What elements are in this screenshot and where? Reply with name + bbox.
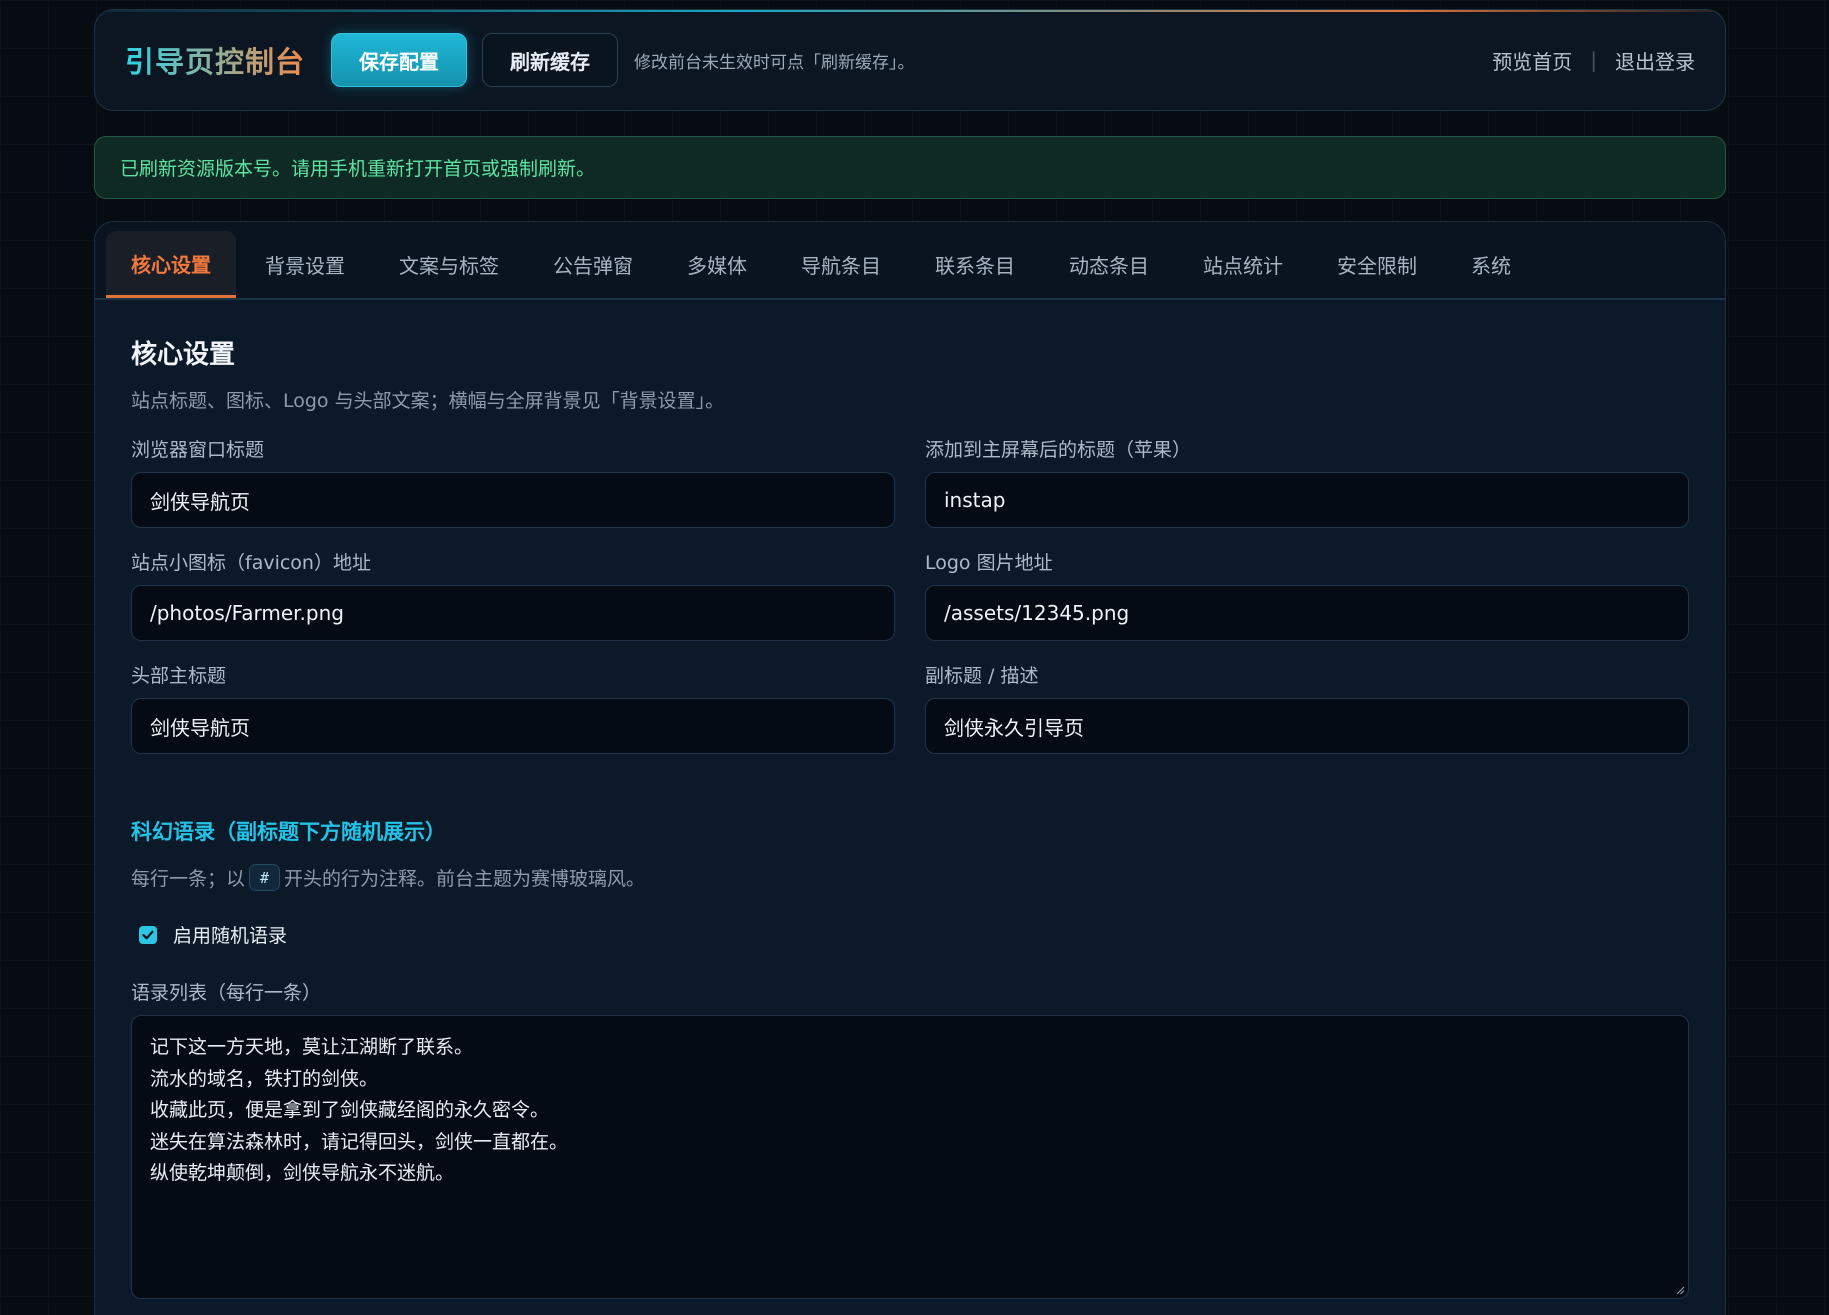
logout-link[interactable]: 退出登录 <box>1615 46 1695 75</box>
settings-tabs: 核心设置 背景设置 文案与标签 公告弹窗 多媒体 导航条目 联系条目 动态条目 … <box>95 222 1725 300</box>
field-browser-title: 浏览器窗口标题 <box>131 435 895 528</box>
subtitle-input[interactable] <box>925 698 1689 754</box>
quote-line: 流水的域名，铁打的剑侠。 <box>150 1067 379 1090</box>
field-homescreen-title: 添加到主屏幕后的标题（苹果） <box>925 435 1689 528</box>
header-links: 预览首页 | 退出登录 <box>1492 46 1695 75</box>
homescreen-title-input[interactable] <box>925 472 1689 528</box>
preview-home-link[interactable]: 预览首页 <box>1492 46 1572 75</box>
field-label: 头部主标题 <box>131 665 227 687</box>
enable-quotes-checkbox[interactable] <box>139 925 157 944</box>
quotes-desc-before: 每行一条；以 <box>131 868 246 890</box>
core-fields-grid: 浏览器窗口标题 添加到主屏幕后的标题（苹果） 站点小图标（favicon）地址 … <box>131 435 1689 774</box>
tab-background[interactable]: 背景设置 <box>240 231 370 298</box>
field-label: 添加到主屏幕后的标题（苹果） <box>925 439 1192 461</box>
quote-line: 记下这一方天地，莫让江湖断了联系。 <box>150 1036 474 1058</box>
section-title: 核心设置 <box>131 340 236 370</box>
core-settings-section: 核心设置 站点标题、图标、Logo 与头部文案；横幅与全屏背景见「背景设置」。 … <box>95 300 1725 1299</box>
comment-prefix-code: # <box>249 864 281 891</box>
browser-title-input[interactable] <box>131 472 895 528</box>
notice-text: 已刷新资源版本号。请用手机重新打开首页或强制刷新。 <box>120 158 596 180</box>
top-header: 引导页控制台 保存配置 刷新缓存 修改前台未生效时可点「刷新缓存」。 预览首页 … <box>94 9 1726 111</box>
field-label: 副标题 / 描述 <box>925 665 1039 687</box>
tab-nav-items[interactable]: 导航条目 <box>776 231 906 298</box>
field-label: Logo 图片地址 <box>925 552 1053 574</box>
main-title-input[interactable] <box>131 698 895 754</box>
save-config-button[interactable]: 保存配置 <box>331 33 468 87</box>
enable-quotes-row: 启用随机语录 <box>131 921 1689 948</box>
tab-stats[interactable]: 站点统计 <box>1178 231 1308 298</box>
enable-quotes-label: 启用随机语录 <box>173 925 288 947</box>
tab-contact-items[interactable]: 联系条目 <box>910 231 1040 298</box>
tab-announcement[interactable]: 公告弹窗 <box>528 231 658 298</box>
section-description: 站点标题、图标、Logo 与头部文案；横幅与全屏背景见「背景设置」。 <box>131 390 725 412</box>
quote-line: 收藏此页，便是拿到了剑侠藏经阁的永久密令。 <box>150 1099 550 1121</box>
tab-core[interactable]: 核心设置 <box>106 231 236 298</box>
tab-security[interactable]: 安全限制 <box>1312 231 1442 298</box>
brand-title: 引导页控制台 <box>125 39 305 81</box>
quote-line: 迷失在算法森林时，请记得回头，剑侠一直都在。 <box>150 1130 569 1153</box>
field-favicon: 站点小图标（favicon）地址 <box>131 548 895 641</box>
field-subtitle: 副标题 / 描述 <box>925 661 1689 754</box>
tab-feed-items[interactable]: 动态条目 <box>1044 231 1174 298</box>
favicon-url-input[interactable] <box>131 585 895 641</box>
quotes-textarea[interactable]: 记下这一方天地，莫让江湖断了联系。 流水的域名，铁打的剑侠。 收藏此页，便是拿到… <box>131 1015 1689 1299</box>
field-logo: Logo 图片地址 <box>925 548 1689 641</box>
resize-grip-icon[interactable] <box>1675 1285 1685 1295</box>
quotes-title: 科幻语录（副标题下方随机展示） <box>131 820 446 844</box>
check-icon <box>142 930 154 939</box>
quotes-desc-after: 开头的行为注释。前台主题为赛博玻璃风。 <box>284 868 646 890</box>
quotes-list-label: 语录列表（每行一条） <box>131 982 322 1004</box>
field-label: 浏览器窗口标题 <box>131 439 265 461</box>
link-separator: | <box>1590 48 1597 72</box>
tab-copy-tags[interactable]: 文案与标签 <box>374 231 524 298</box>
tab-media[interactable]: 多媒体 <box>662 231 772 298</box>
header-hint: 修改前台未生效时可点「刷新缓存」。 <box>634 52 915 73</box>
tab-system[interactable]: 系统 <box>1446 231 1536 298</box>
settings-panel: 核心设置 背景设置 文案与标签 公告弹窗 多媒体 导航条目 联系条目 动态条目 … <box>94 221 1726 1315</box>
refresh-cache-button[interactable]: 刷新缓存 <box>482 33 619 87</box>
success-notice: 已刷新资源版本号。请用手机重新打开首页或强制刷新。 <box>94 136 1726 199</box>
quotes-description: 每行一条；以 # 开头的行为注释。前台主题为赛博玻璃风。 <box>131 864 1689 891</box>
logo-url-input[interactable] <box>925 585 1689 641</box>
quote-line: 纵使乾坤颠倒，剑侠导航永不迷航。 <box>150 1162 455 1184</box>
field-label: 站点小图标（favicon）地址 <box>131 552 371 574</box>
field-main-title: 头部主标题 <box>131 661 895 754</box>
